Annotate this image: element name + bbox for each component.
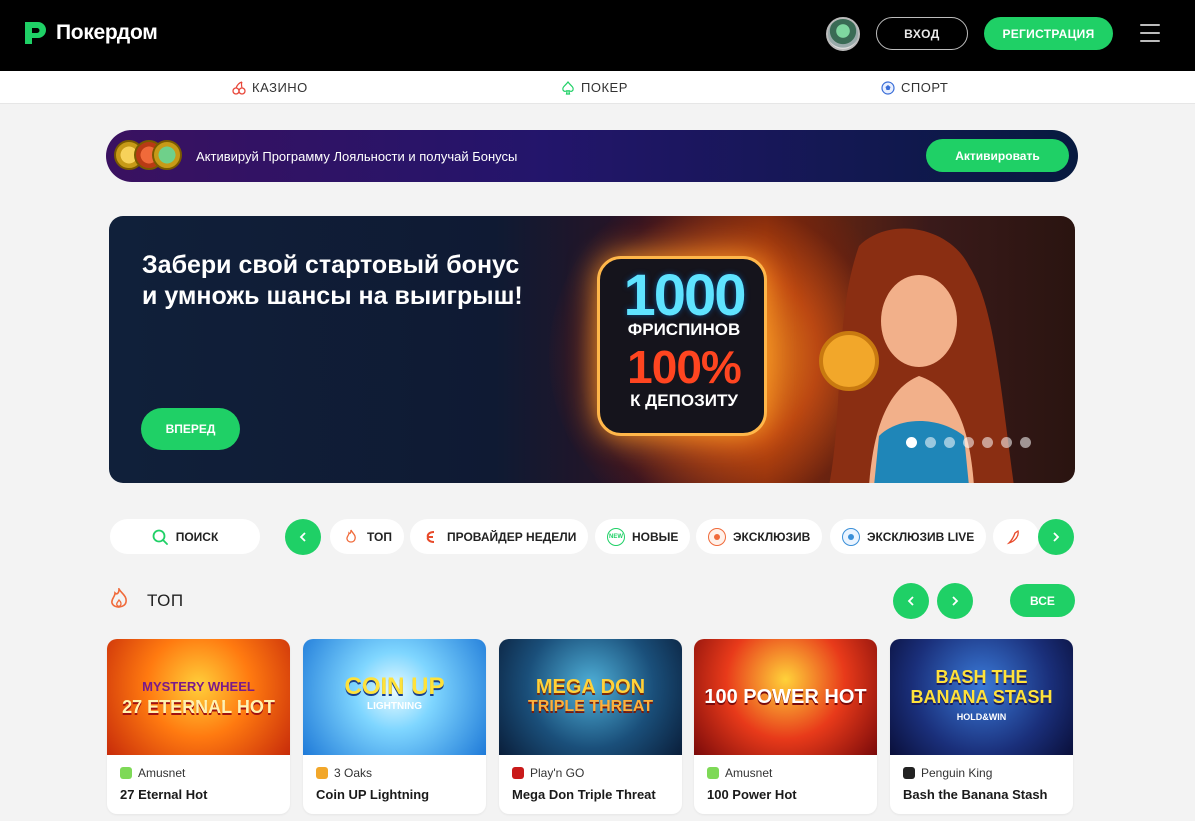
game-card[interactable]: MEGA DON TRIPLE THREAT Play'n GO Mega Do… (499, 639, 682, 814)
hero-forward-button[interactable]: ВПЕРЕД (141, 408, 240, 450)
game-provider: Amusnet (120, 766, 185, 780)
search-icon (152, 529, 168, 545)
top-next-button[interactable] (937, 583, 973, 619)
carousel-dot[interactable] (906, 437, 917, 448)
game-card[interactable]: MYSTERY WHEEL 27 ETERNAL HOT Amusnet 27 … (107, 639, 290, 814)
game-thumbnail: COIN UP LIGHTNING (303, 639, 486, 755)
game-name: 100 Power Hot (707, 787, 797, 802)
nav-item-poker[interactable]: ПОКЕР (561, 80, 628, 95)
logo-mark-icon (25, 22, 46, 44)
game-name: 27 Eternal Hot (120, 787, 208, 802)
section-nav: КАЗИНО ПОКЕР СПОРТ (0, 71, 1195, 104)
chips-prev-button[interactable] (285, 519, 321, 555)
provider-icon (422, 528, 440, 546)
search-label: ПОИСК (175, 529, 219, 544)
carousel-dot[interactable] (963, 437, 974, 448)
game-thumbnail: MEGA DON TRIPLE THREAT (499, 639, 682, 755)
game-provider: Play'n GO (512, 766, 584, 780)
fire-icon (342, 528, 360, 546)
login-button[interactable]: ВХОД (876, 17, 968, 50)
activate-button[interactable]: Активировать (926, 139, 1069, 172)
chevron-right-icon (952, 596, 959, 606)
chevron-right-icon (1053, 532, 1060, 542)
chip-label: ЭКСКЛЮЗИВ LIVE (867, 529, 975, 544)
provider-logo-icon (707, 767, 719, 779)
hero-promo-percent: 100% (627, 341, 742, 393)
game-provider: Amusnet (707, 766, 772, 780)
hero-title-line2: и умножь шансы на выигрыш! (142, 282, 523, 310)
chevron-left-icon (299, 532, 306, 542)
chili-icon (1005, 528, 1023, 546)
register-button[interactable]: РЕГИСТРАЦИЯ (984, 17, 1113, 50)
chip-provider-week[interactable]: ПРОВАЙДЕР НЕДЕЛИ (410, 519, 589, 554)
chip-exclusive[interactable]: ЭКСКЛЮЗИВ (696, 519, 823, 554)
loyalty-coins-icon (114, 140, 184, 172)
nav-item-sport[interactable]: СПОРТ (881, 80, 948, 95)
chip-more[interactable] (993, 519, 1039, 554)
section-title: ТОП (147, 591, 184, 610)
chip-label: ЭКСКЛЮЗИВ (733, 529, 811, 544)
chip-exclusive-live[interactable]: ЭКСКЛЮЗИВ LIVE (830, 519, 987, 554)
provider-logo-icon (512, 767, 524, 779)
top-header: Покердом ВХОД РЕГИСТРАЦИЯ (0, 0, 1195, 71)
carousel-dot[interactable] (925, 437, 936, 448)
hero-banner[interactable]: 1000 ФРИСПИНОВ 100% К ДЕПОЗИТУ Забери св… (109, 216, 1075, 483)
soccer-ball-icon (881, 80, 895, 95)
nav-label: КАЗИНО (252, 80, 308, 95)
carousel-dots (906, 437, 1031, 448)
game-card[interactable]: COIN UP LIGHTNING 3 Oaks Coin UP Lightni… (303, 639, 486, 814)
hero-title: Забери свой стартовый бонус и умножь шан… (142, 250, 562, 312)
carousel-dot[interactable] (982, 437, 993, 448)
exclusive-icon (708, 527, 726, 546)
game-provider: 3 Oaks (316, 766, 372, 780)
hero-promo-sub: ФРИСПИНОВ (627, 320, 741, 339)
live-icon (842, 527, 860, 546)
hero-title-line1: Забери свой стартовый бонус (142, 251, 520, 279)
game-card[interactable]: 100 POWER HOT Amusnet 100 Power Hot (694, 639, 877, 814)
see-all-button[interactable]: ВСЕ (1010, 584, 1075, 617)
game-name: Mega Don Triple Threat (512, 787, 656, 802)
chip-label: ТОП (367, 529, 392, 544)
top-prev-button[interactable] (893, 583, 929, 619)
avatar[interactable] (826, 17, 860, 51)
game-name: Bash the Banana Stash (903, 787, 1048, 802)
chips-next-button[interactable] (1038, 519, 1074, 555)
fire-icon (111, 588, 127, 608)
game-provider: Penguin King (903, 766, 992, 780)
new-badge-icon: NEW (607, 527, 625, 546)
nav-item-casino[interactable]: КАЗИНО (232, 80, 308, 95)
chip-label: ПРОВАЙДЕР НЕДЕЛИ (447, 529, 577, 544)
chevron-left-icon (907, 596, 914, 606)
loyalty-text: Активируй Программу Лояльности и получай… (196, 149, 518, 164)
provider-logo-icon (316, 767, 328, 779)
hamburger-menu-icon[interactable] (1140, 24, 1160, 44)
chip-top[interactable]: ТОП (330, 519, 404, 554)
game-thumbnail: MYSTERY WHEEL 27 ETERNAL HOT (107, 639, 290, 755)
provider-logo-icon (903, 767, 915, 779)
hero-promo-sub2: К ДЕПОЗИТУ (630, 391, 738, 410)
chip-label: НОВЫЕ (632, 529, 679, 544)
spade-icon (562, 80, 574, 95)
hero-promo-big: 1000 (623, 263, 746, 328)
carousel-dot[interactable] (1020, 437, 1031, 448)
logo-text: Покердом (56, 21, 158, 44)
nav-label: СПОРТ (901, 80, 949, 95)
logo[interactable]: Покердом (22, 20, 158, 46)
provider-logo-icon (120, 767, 132, 779)
game-thumbnail: 100 POWER HOT (694, 639, 877, 755)
carousel-dot[interactable] (1001, 437, 1012, 448)
carousel-dot[interactable] (944, 437, 955, 448)
game-card[interactable]: BASH THE BANANA STASH HOLD&WIN Penguin K… (890, 639, 1073, 814)
game-name: Coin UP Lightning (316, 787, 430, 802)
cherries-icon (232, 80, 246, 95)
nav-label: ПОКЕР (581, 80, 628, 95)
game-thumbnail: BASH THE BANANA STASH HOLD&WIN (890, 639, 1073, 755)
loyalty-banner[interactable]: Активируй Программу Лояльности и получай… (106, 130, 1078, 182)
chip-new[interactable]: NEW НОВЫЕ (595, 519, 691, 554)
search-button[interactable]: ПОИСК (110, 519, 260, 554)
